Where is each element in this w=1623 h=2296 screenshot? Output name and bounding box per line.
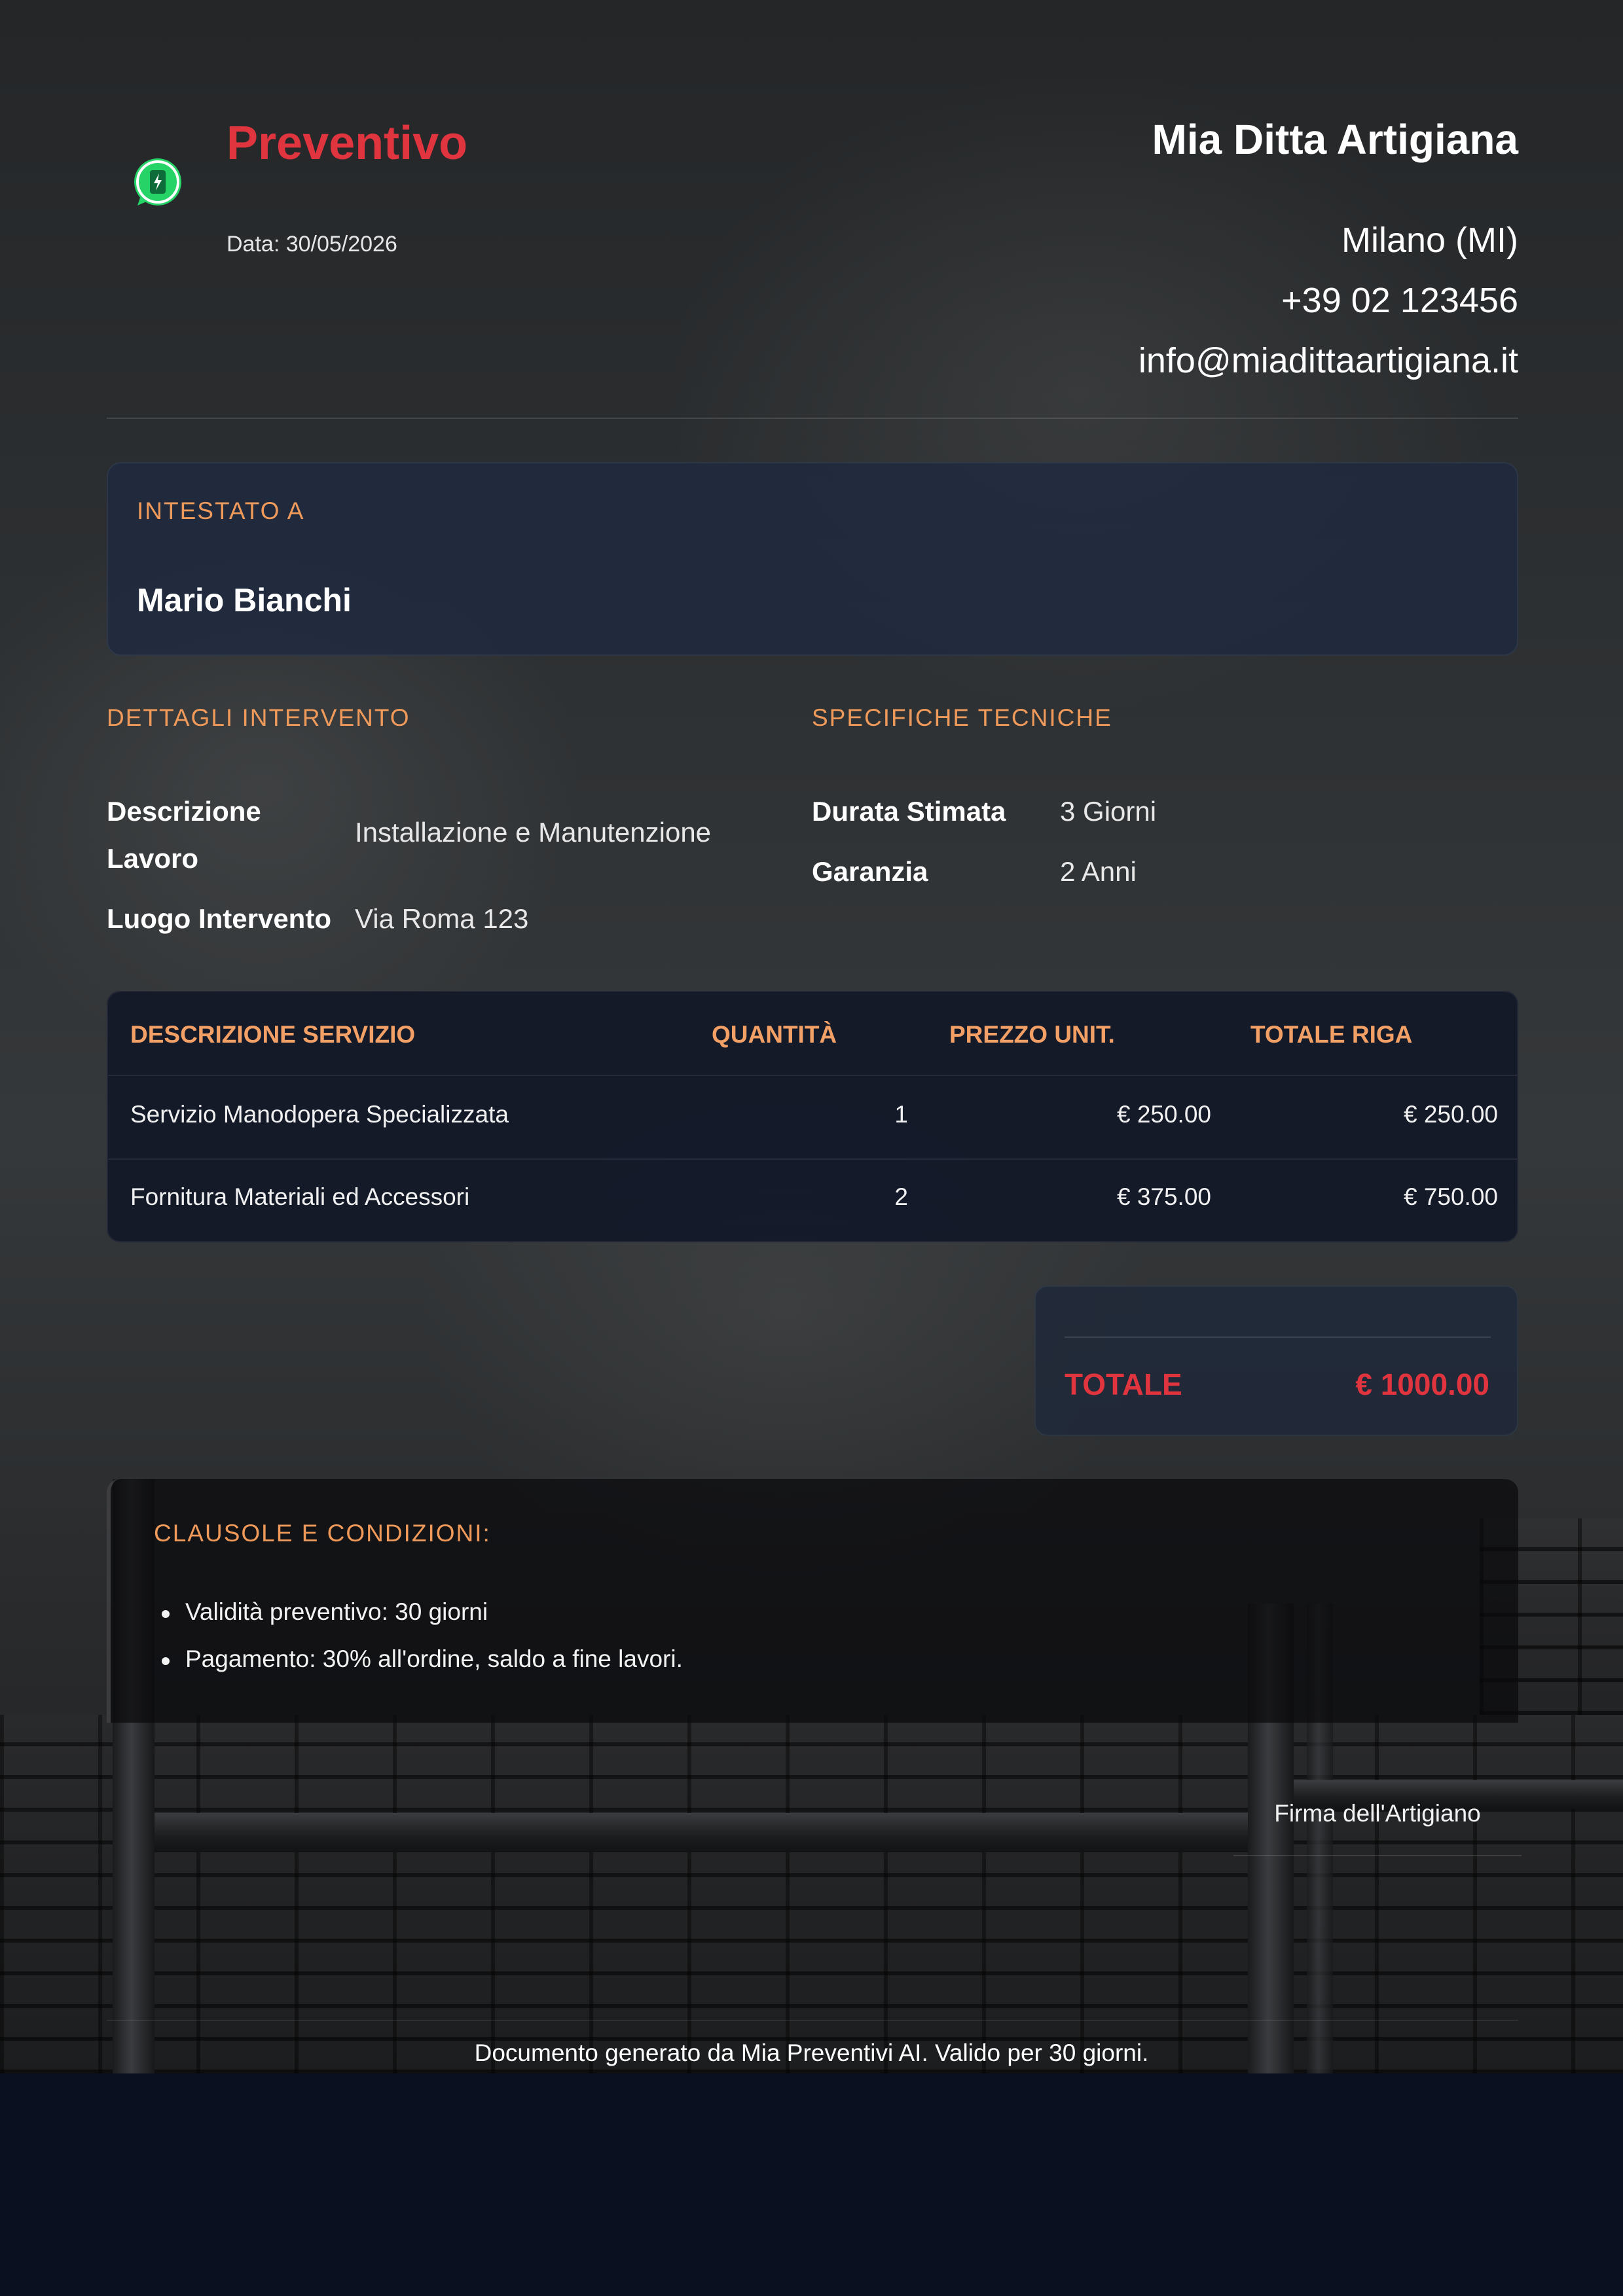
document-date: Data: 30/05/2026 (227, 232, 397, 257)
table-divider (108, 1075, 1517, 1076)
document-title: Preventivo (227, 117, 468, 170)
th-quantity: QUANTITÀ (712, 1021, 837, 1048)
specs-label: SPECIFICHE TECNICHE (812, 704, 1112, 731)
description-value: Installazione e Manutenzione (355, 817, 712, 848)
warranty-value: 2 Anni (1060, 856, 1137, 887)
description-key-line2: Lavoro (107, 843, 199, 874)
page-bottom-band (0, 2073, 1623, 2296)
location-value: Via Roma 123 (355, 903, 529, 934)
row1-qty: 1 (894, 1101, 908, 1128)
duration-key: Durata Stimata (812, 796, 1006, 827)
document-page: Preventivo Data: 30/05/2026 Mia Ditta Ar… (0, 0, 1623, 2073)
footer-text: Documento generato da Mia Preventivi AI.… (474, 2039, 1149, 2066)
location-key: Luogo Intervento (107, 903, 331, 934)
company-phone: +39 02 123456 (1281, 281, 1518, 320)
details-label: DETTAGLI INTERVENTO (107, 704, 410, 731)
condition-item: Validità preventivo: 30 giorni (185, 1598, 488, 1625)
client-label: INTESTATO A (137, 497, 305, 524)
total-label: TOTALE (1065, 1367, 1182, 1401)
th-description: DESCRIZIONE SERVIZIO (130, 1021, 416, 1048)
description-key: Descrizione Lavoro (107, 788, 342, 882)
row1-line-total: € 250.00 (1403, 1101, 1498, 1128)
bullet-icon (162, 1610, 170, 1618)
company-email: info@miadittaartigiana.it (1138, 341, 1518, 380)
th-unit-price: PREZZO UNIT. (949, 1021, 1115, 1048)
signature-line (1233, 1855, 1522, 1856)
row2-qty: 2 (894, 1183, 908, 1210)
footer-divider (107, 2020, 1518, 2021)
row2-unit-price: € 375.00 (1116, 1183, 1211, 1210)
description-key-line1: Descrizione (107, 796, 261, 827)
row1-description: Servizio Manodopera Specializzata (130, 1101, 509, 1128)
client-card: INTESTATO A Mario Bianchi (107, 462, 1518, 656)
signature-label: Firma dell'Artigiano (1274, 1800, 1481, 1827)
whatsapp-icon[interactable] (131, 157, 183, 209)
total-box: TOTALE € 1000.00 (1034, 1285, 1518, 1436)
th-line-total: TOTALE RIGA (1250, 1021, 1413, 1048)
condition-item: Pagamento: 30% all'ordine, saldo a fine … (185, 1645, 683, 1672)
total-value: € 1000.00 (1355, 1367, 1489, 1401)
bullet-icon (162, 1657, 170, 1665)
company-city: Milano (MI) (1341, 221, 1518, 260)
client-name: Mario Bianchi (137, 582, 352, 619)
warranty-key: Garanzia (812, 856, 928, 887)
services-table: DESCRIZIONE SERVIZIO QUANTITÀ PREZZO UNI… (107, 991, 1518, 1242)
row2-description: Fornitura Materiali ed Accessori (130, 1183, 470, 1210)
total-divider (1065, 1336, 1491, 1338)
row1-unit-price: € 250.00 (1116, 1101, 1211, 1128)
company-name: Mia Ditta Artigiana (1152, 116, 1518, 163)
conditions-label: CLAUSOLE E CONDIZIONI: (154, 1520, 491, 1547)
header-divider (107, 418, 1518, 419)
table-divider (108, 1158, 1517, 1160)
steel-beam (155, 1813, 1248, 1852)
conditions-box: CLAUSOLE E CONDIZIONI: Validità preventi… (107, 1479, 1518, 1723)
row2-line-total: € 750.00 (1403, 1183, 1498, 1210)
duration-value: 3 Giorni (1060, 796, 1157, 827)
